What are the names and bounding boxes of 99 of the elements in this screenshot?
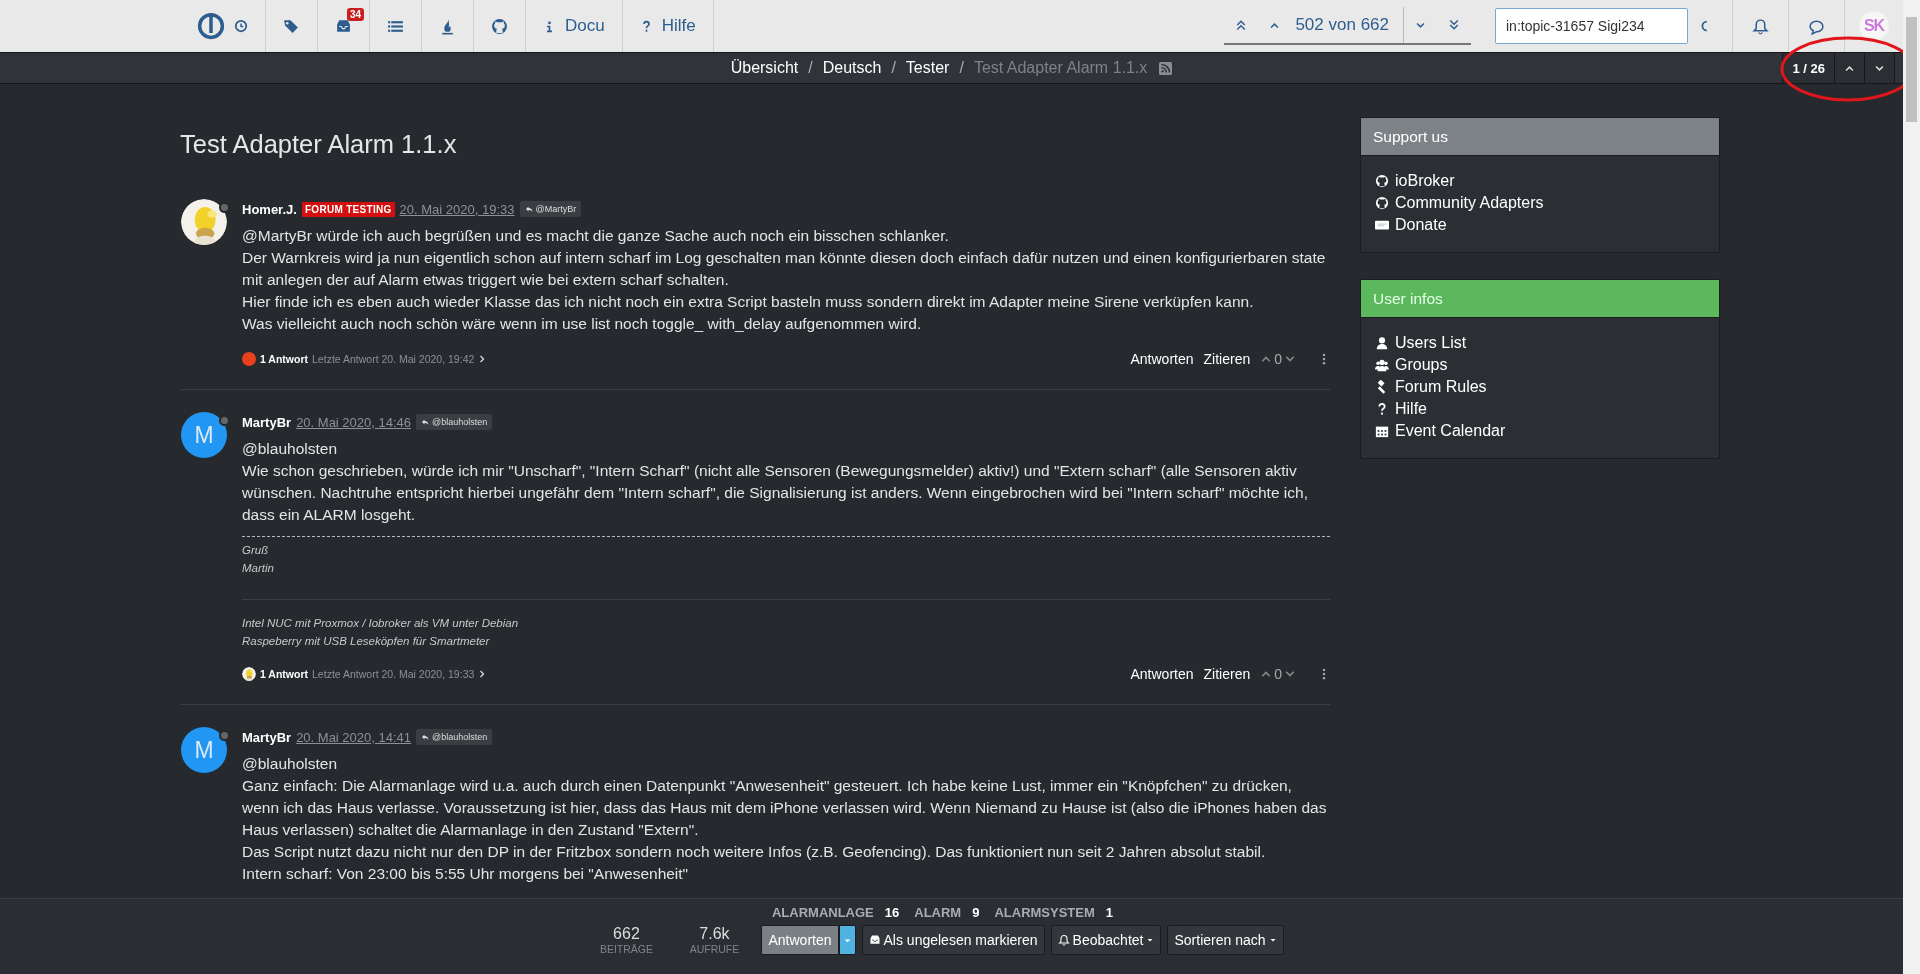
- github-icon: [1375, 174, 1389, 188]
- breadcrumb-link[interactable]: Tester: [905, 59, 950, 77]
- chevron-right-icon[interactable]: [478, 670, 487, 678]
- post-text: @blauholsten: [242, 754, 339, 774]
- signature-text: Martin: [242, 561, 275, 576]
- sidebar-link[interactable]: ioBroker: [1374, 170, 1707, 192]
- tag-link[interactable]: ALARMANLAGE: [771, 905, 874, 920]
- notification-count: 34: [347, 8, 365, 21]
- reply-icon: [421, 418, 430, 426]
- stat-value: 7.6k: [699, 925, 730, 943]
- signature-text: Gruß: [242, 543, 270, 558]
- sidebar-link[interactable]: Forum Rules: [1374, 376, 1707, 398]
- breadcrumb-separator: /: [808, 59, 813, 77]
- post-text: Ganz einfach: Die Alarmanlage wird u.a. auch durch einen Datenpunkt "Anwesenheit" gesteuert. Ich habe keine Lust, immer ein "Knöpfchen" zu drücken, wenn ich das Haus verlasse. Voraussetzung ist hier, dass das Haus mit dem iPhone verlassen wird. Wenn Niemand zu Hause ist (also die iPhones haben das Haus verlassen) schaltet die Alarmanlage in den Zustand "Extern".: [242, 776, 1328, 840]
- sidebar-link[interactable]: Community Adapters: [1374, 192, 1707, 214]
- sidebar-link[interactable]: Donate: [1374, 214, 1707, 236]
- last-reply-date: Letzte Antwort 20. Mai 2020, 19:42: [312, 353, 475, 365]
- sidebar-link[interactable]: Event Calendar: [1374, 420, 1707, 442]
- rss-icon[interactable]: [1159, 61, 1173, 75]
- reply-link[interactable]: Antworten: [1130, 351, 1194, 367]
- action-button[interactable]: Antworten: [761, 925, 839, 955]
- post-date[interactable]: 20. Mai 2020, 14:46: [296, 414, 412, 430]
- user-icon: [1375, 336, 1389, 350]
- reply-icon: [524, 205, 533, 213]
- breadcrumb-link[interactable]: Übersicht: [730, 59, 799, 77]
- post-text: wünschen. Nachtruhe entspricht hierbei ungefähr dem "Intern scharf", die Signalisierung ist anders. Wenn eingebrochen wird bei "Intern scharf" möchte ich, dass ein ALARM losgeht.: [242, 483, 1309, 525]
- inbox-icon: [868, 934, 881, 946]
- sidebar-link[interactable]: Hilfe: [1374, 398, 1707, 420]
- chat-icon[interactable]: [1808, 17, 1825, 35]
- user-avatar[interactable]: [242, 352, 256, 366]
- last-post-icon[interactable]: [1448, 19, 1460, 31]
- action-button[interactable]: Beobachtet: [1050, 925, 1162, 955]
- action-button[interactable]: Als ungelesen markieren: [861, 925, 1045, 955]
- reply-to-chip[interactable]: @blauholsten: [416, 729, 493, 745]
- signature-text: Intel NUC mit Proxmox / Iobroker als VM unter Debian: [242, 616, 520, 631]
- reply-count[interactable]: 1 Antwort: [260, 668, 309, 680]
- action-button[interactable]: Sortieren nach: [1167, 925, 1284, 955]
- search-field[interactable]: in:topic-31657 Sigi234: [1495, 8, 1688, 44]
- quote-link[interactable]: Zitieren: [1203, 351, 1251, 367]
- user-badge: FORUM TESTING: [301, 201, 395, 217]
- reply-icon: [421, 733, 430, 741]
- page-counter: 1 / 26: [1791, 59, 1826, 78]
- quote-link[interactable]: Zitieren: [1203, 666, 1251, 682]
- tag-link[interactable]: ALARMSYSTEM: [994, 905, 1095, 920]
- post-date[interactable]: 20. Mai 2020, 14:41: [296, 729, 412, 745]
- reply-link[interactable]: Antworten: [1130, 666, 1194, 682]
- breadcrumb-separator: /: [959, 59, 964, 77]
- post-text: Wie schon geschrieben, würde ich mir "Unscharf", "Intern Scharf" (nicht alle Sensoren (Bewegungsmelder) aktiv!) und "Extern scharf" (alle Sensoren aktiv: [242, 461, 1298, 481]
- reply-count[interactable]: 1 Antwort: [260, 353, 309, 365]
- author-name[interactable]: Homer.J.: [242, 201, 297, 217]
- scrollbar[interactable]: [1903, 0, 1920, 974]
- tag-link[interactable]: ALARM: [914, 905, 962, 920]
- post-position[interactable]: 502 von 662: [1291, 7, 1404, 43]
- calendar-icon: [1375, 424, 1389, 438]
- post-text: Der Warnkreis wird ja nun eigentlich schon auf intern scharf im Log geschalten man könnte diesen doch einfach dafür nutzen und einen konfigurierbaren state mit anlegen der auf Alarm etwas triggert wie bei extern scharf schalten.: [242, 248, 1327, 290]
- author-name[interactable]: MartyBr: [242, 414, 292, 430]
- post-text: @MartyBr würde ich auch begrüßen und es macht die ganze Sache auch noch ein bisschen schlanker.: [242, 226, 950, 246]
- github-icon[interactable]: [491, 17, 508, 35]
- post-text: Was vielleicht auch noch schön wäre wenn im use list noch toggle_ with_delay aufgenommen wird.: [242, 314, 923, 334]
- flame-icon[interactable]: [439, 17, 456, 35]
- widget-header: User infos: [1361, 280, 1719, 318]
- stat-label: AUFRUFE: [689, 943, 740, 955]
- signature-text: Raspeberry mit USB Leseköpfen für Smartmeter: [242, 634, 491, 649]
- reply-to-chip[interactable]: @MartyBr: [519, 201, 582, 217]
- post-text: Das Script nutzt dazu nicht nur den DP in der Fritzbox sondern noch weitere Infos (z.B. Geofencing). Das funktioniert nun seit 2 Jahren absolut stabil.: [242, 842, 1267, 862]
- tag-count: 1: [1105, 905, 1114, 920]
- bell-icon[interactable]: [1752, 17, 1769, 35]
- post-text: Hier finde ich es eben auch wieder Klasse das ich nicht noch ein extra Script basteln muss sondern direkt im Adapter meine Sirene verküpfen kann.: [242, 292, 1255, 312]
- vote-count: 0: [1274, 666, 1282, 682]
- breadcrumb-link[interactable]: Deutsch: [822, 59, 882, 77]
- sidebar-link[interactable]: Groups: [1374, 354, 1707, 376]
- tag-count: 9: [972, 905, 980, 920]
- widget-header: Support us: [1361, 118, 1719, 156]
- vote-count: 0: [1274, 351, 1282, 367]
- stat-label: BEITRÄGE: [599, 943, 653, 955]
- reply-to-chip[interactable]: @blauholsten: [416, 414, 493, 430]
- author-name[interactable]: MartyBr: [242, 729, 292, 745]
- inbox-icon[interactable]: [335, 17, 352, 35]
- post-text: Intern scharf: Von 23:00 bis 5:55 Uhr morgens bei "Anwesenheit": [242, 864, 690, 884]
- logo-icon[interactable]: [197, 12, 225, 40]
- tags-icon[interactable]: [283, 17, 300, 35]
- topic-title: Test Adapter Alarm 1.1.x: [180, 130, 458, 159]
- caret-icon: [1146, 936, 1155, 944]
- github-icon: [1375, 196, 1389, 210]
- scrollbar-thumb[interactable]: [1906, 17, 1917, 122]
- last-reply-date: Letzte Antwort 20. Mai 2020, 19:33: [312, 668, 475, 680]
- bell-icon: [1057, 934, 1070, 946]
- chevron-right-icon[interactable]: [478, 355, 487, 363]
- post-date[interactable]: 20. Mai 2020, 19:33: [399, 201, 515, 217]
- caret-icon: [1268, 936, 1277, 944]
- clock-icon[interactable]: [234, 19, 248, 33]
- sidebar-link[interactable]: Users List: [1374, 332, 1707, 354]
- users-icon: [1375, 358, 1389, 372]
- card-icon: [1375, 218, 1389, 232]
- tag-count: 16: [884, 905, 900, 920]
- breadcrumb-separator: /: [891, 59, 896, 77]
- stat-value: 662: [613, 925, 640, 943]
- post-text: @blauholsten: [242, 439, 339, 459]
- first-post-icon[interactable]: [1235, 19, 1248, 31]
